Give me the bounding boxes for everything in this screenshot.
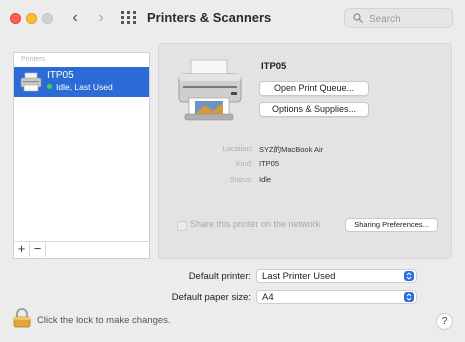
kind-value: ITP05	[259, 159, 280, 168]
printer-title: ITP05	[261, 61, 287, 72]
default-printer-popup[interactable]: Last Printer Used	[256, 269, 417, 283]
chevron-updown-icon	[404, 292, 414, 302]
add-printer-button[interactable]: +	[14, 242, 30, 257]
status-dot-icon	[47, 84, 52, 89]
default-paper-size-popup[interactable]: A4	[256, 290, 417, 304]
open-print-queue-button[interactable]: Open Print Queue...	[259, 81, 369, 96]
zoom-window-button[interactable]	[42, 13, 53, 24]
share-printer-checkbox[interactable]	[177, 221, 187, 231]
default-printer-value: Last Printer Used	[262, 271, 336, 282]
printer-list-item[interactable]: ITP05 Idle, Last Used	[14, 67, 149, 97]
search-field[interactable]	[344, 8, 453, 28]
help-button[interactable]: ?	[436, 313, 453, 330]
lock-message: Click the lock to make changes.	[37, 315, 171, 326]
default-printer-label: Default printer:	[188, 271, 251, 282]
close-window-button[interactable]	[10, 13, 21, 24]
lock-icon[interactable]	[13, 308, 31, 328]
printer-status: Idle, Last Used	[56, 82, 113, 92]
forward-icon[interactable]: ›	[92, 9, 110, 27]
title-bar: ‹ › Printers & Scanners	[0, 0, 465, 36]
sharing-preferences-button[interactable]: Sharing Preferences...	[345, 218, 438, 232]
default-paper-size-label: Default paper size:	[171, 292, 251, 303]
search-icon	[353, 13, 363, 23]
remove-printer-button[interactable]: −	[30, 242, 46, 257]
list-footer: + −	[14, 241, 149, 258]
printer-name: ITP05	[47, 70, 74, 81]
printer-status-line: Idle, Last Used	[47, 82, 113, 92]
location-value: SYZ的MacBook Air	[259, 145, 324, 154]
share-printer-label: Share this printer on the network	[190, 219, 321, 229]
printer-detail-panel: ITP05 Open Print Queue... Options & Supp…	[158, 43, 452, 259]
printer-icon	[20, 72, 42, 92]
show-all-grid-icon[interactable]	[121, 11, 136, 24]
options-supplies-button[interactable]: Options & Supplies...	[259, 102, 369, 117]
default-paper-size-value: A4	[262, 292, 274, 303]
window-title: Printers & Scanners	[147, 10, 272, 25]
location-label: Location:	[222, 144, 253, 153]
printers-header: Printers	[21, 56, 46, 63]
status-value: Idle	[259, 175, 272, 184]
printer-list: Printers ITP05 Idle, Last Used + −	[13, 52, 150, 259]
large-printer-icon	[178, 59, 242, 121]
search-input[interactable]	[367, 11, 451, 27]
status-label: Status:	[229, 175, 253, 184]
chevron-updown-icon	[404, 271, 414, 281]
kind-label: Kind:	[235, 159, 253, 168]
minimize-window-button[interactable]	[26, 13, 37, 24]
back-icon[interactable]: ‹	[66, 9, 84, 27]
